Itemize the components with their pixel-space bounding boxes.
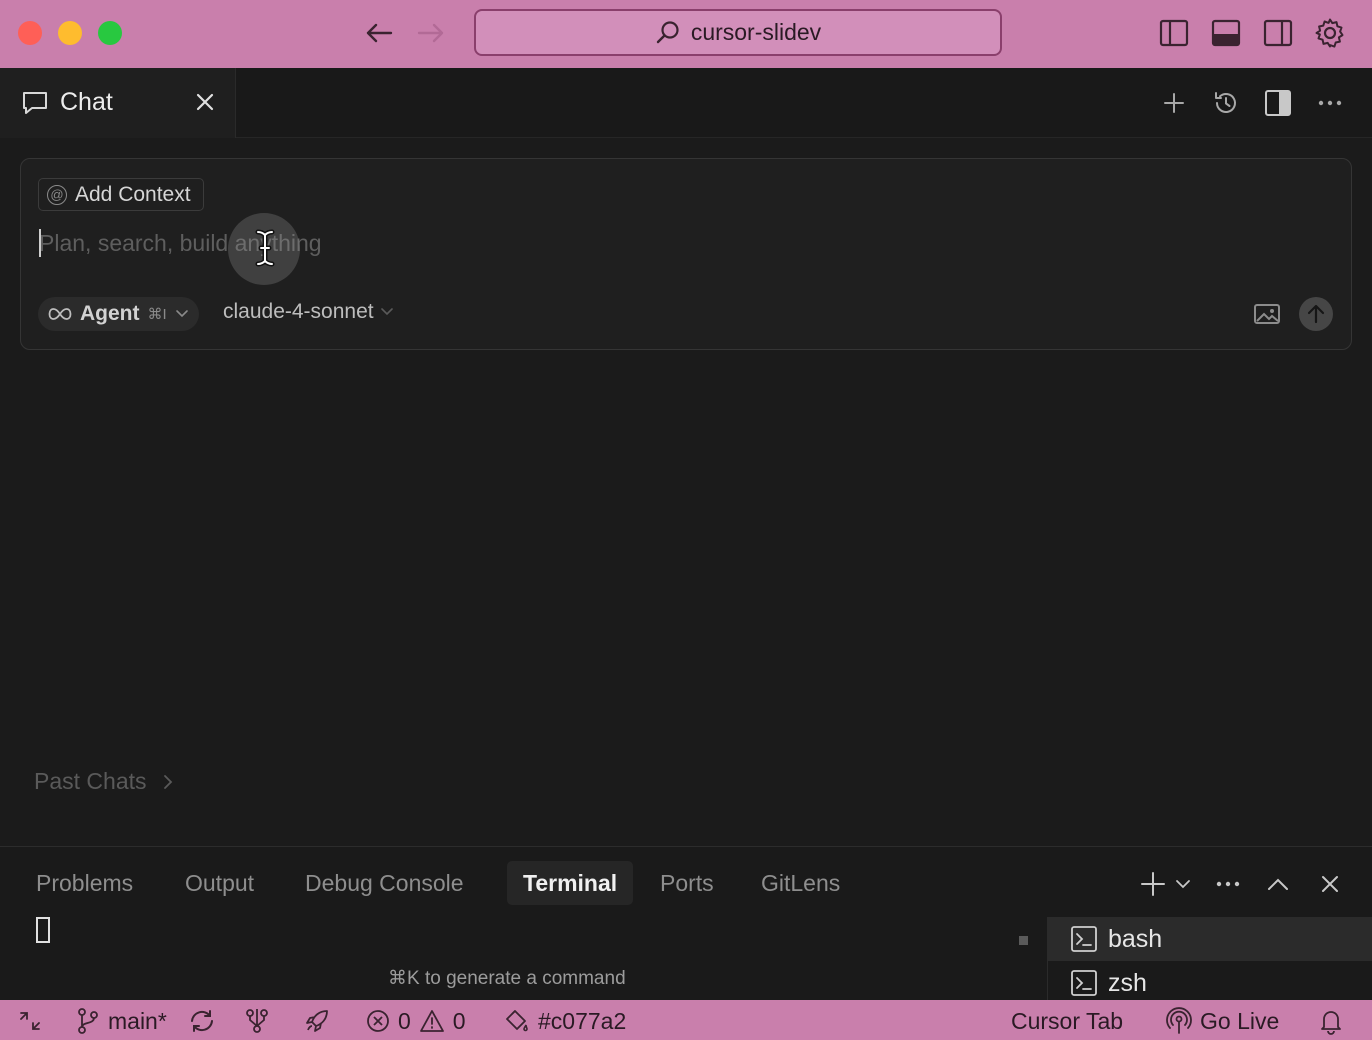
add-context-button[interactable]: @ Add Context — [38, 178, 204, 211]
cursor-tab-status[interactable]: Cursor Tab — [1011, 1006, 1123, 1036]
chat-tab-label: Chat — [60, 88, 113, 116]
agent-shortcut: ⌘I — [147, 306, 167, 323]
search-text: cursor-slidev — [690, 19, 822, 45]
model-label: claude-4-sonnet — [223, 300, 374, 323]
paint-bucket-icon — [504, 1008, 530, 1034]
add-context-label: Add Context — [75, 182, 191, 206]
error-icon — [366, 1009, 390, 1033]
go-live-status[interactable]: Go Live — [1166, 1006, 1279, 1036]
error-count: 0 — [398, 1007, 411, 1034]
title-bar: cursor-slidev — [0, 0, 1372, 68]
broadcast-icon — [1166, 1007, 1192, 1035]
terminal-item-label: zsh — [1108, 968, 1147, 997]
terminal-item-bash[interactable]: bash — [1048, 917, 1372, 961]
past-chats-label: Past Chats — [34, 768, 147, 794]
color-status[interactable]: #c077a2 — [504, 1006, 626, 1036]
panel-sash-handle[interactable] — [1019, 936, 1028, 945]
terminal-list: bash zsh — [1047, 917, 1372, 1001]
terminal-cursor — [36, 917, 50, 943]
toggle-panel-icon[interactable] — [1209, 16, 1243, 50]
agent-mode-select[interactable]: Agent ⌘I — [38, 297, 199, 331]
toggle-primary-sidebar-icon[interactable] — [1157, 16, 1191, 50]
chat-input[interactable] — [39, 225, 1039, 261]
warning-icon — [419, 1009, 445, 1033]
git-branch-status[interactable]: main* — [76, 1006, 167, 1036]
chevron-right-icon — [163, 774, 173, 790]
text-caret — [39, 229, 41, 257]
zoom-window-button[interactable] — [98, 21, 122, 45]
infinity-icon — [48, 307, 72, 321]
tab-ports[interactable]: Ports — [660, 861, 714, 905]
go-live-label: Go Live — [1200, 1007, 1280, 1034]
toggle-secondary-sidebar-icon[interactable] — [1261, 16, 1295, 50]
terminal-item-label: bash — [1108, 924, 1163, 953]
toggle-sidebar-icon[interactable] — [1261, 86, 1295, 120]
past-chats-link[interactable]: Past Chats — [34, 768, 173, 795]
sync-icon[interactable] — [188, 1006, 216, 1036]
chevron-down-icon — [380, 307, 394, 317]
command-center-search[interactable]: cursor-slidev — [474, 9, 1002, 56]
rocket-icon[interactable] — [303, 1006, 331, 1036]
tab-output[interactable]: Output — [185, 861, 254, 905]
chat-composer: @ Add Context Agent ⌘I claude-4-sonnet — [20, 158, 1352, 350]
arrow-up-icon — [1307, 304, 1325, 324]
notifications-bell-icon[interactable] — [1318, 1006, 1344, 1036]
terminal-profile-chevron-down-icon[interactable] — [1168, 867, 1198, 901]
new-chat-plus-icon[interactable] — [1157, 86, 1191, 120]
settings-gear-icon[interactable] — [1313, 16, 1347, 50]
close-icon[interactable] — [195, 92, 215, 112]
ibeam-cursor-icon — [254, 229, 276, 267]
agent-label: Agent — [80, 302, 140, 325]
model-select[interactable]: claude-4-sonnet — [223, 300, 394, 324]
source-control-graph-icon[interactable] — [244, 1006, 270, 1036]
problems-status[interactable]: 0 0 — [366, 1006, 466, 1036]
terminal-item-zsh[interactable]: zsh — [1048, 961, 1372, 1005]
maximize-panel-chevron-up-icon[interactable] — [1261, 867, 1295, 901]
back-arrow-icon[interactable] — [362, 16, 396, 50]
send-button[interactable] — [1299, 297, 1333, 331]
commit-color: #c077a2 — [538, 1007, 627, 1034]
chat-bubble-icon — [22, 91, 48, 115]
terminal-hint: ⌘K to generate a command — [388, 968, 626, 989]
terminal-icon — [1070, 925, 1098, 953]
status-bar: main* 0 0 #c077a2 Cursor Tab Go Live — [0, 1000, 1372, 1040]
attach-image-icon[interactable] — [1253, 302, 1281, 326]
forward-arrow-icon[interactable] — [414, 16, 448, 50]
tab-chat[interactable]: Chat — [0, 68, 236, 138]
warning-count: 0 — [452, 1007, 466, 1034]
branch-name: main* — [108, 1007, 167, 1034]
cursor-tab-label: Cursor Tab — [1011, 1007, 1124, 1034]
tab-problems[interactable]: Problems — [36, 861, 133, 905]
chevron-down-icon — [175, 309, 189, 319]
panel-more-actions-icon[interactable] — [1211, 867, 1245, 901]
tab-debug-console[interactable]: Debug Console — [305, 861, 464, 905]
bottom-panel: Problems Output Debug Console Terminal P… — [0, 846, 1372, 1001]
minimize-window-button[interactable] — [58, 21, 82, 45]
history-icon[interactable] — [1209, 86, 1243, 120]
close-panel-icon[interactable] — [1313, 867, 1347, 901]
close-window-button[interactable] — [18, 21, 42, 45]
terminal-icon — [1070, 969, 1098, 997]
remote-indicator-icon[interactable] — [18, 1006, 42, 1036]
tab-terminal[interactable]: Terminal — [507, 861, 634, 905]
git-branch-icon — [76, 1007, 100, 1035]
more-actions-icon[interactable] — [1313, 86, 1347, 120]
search-icon — [655, 20, 681, 46]
at-sign-icon: @ — [47, 184, 67, 205]
tab-gitlens[interactable]: GitLens — [761, 861, 840, 905]
new-terminal-plus-icon[interactable] — [1136, 867, 1170, 901]
chat-tab-bar: Chat — [0, 68, 1372, 138]
